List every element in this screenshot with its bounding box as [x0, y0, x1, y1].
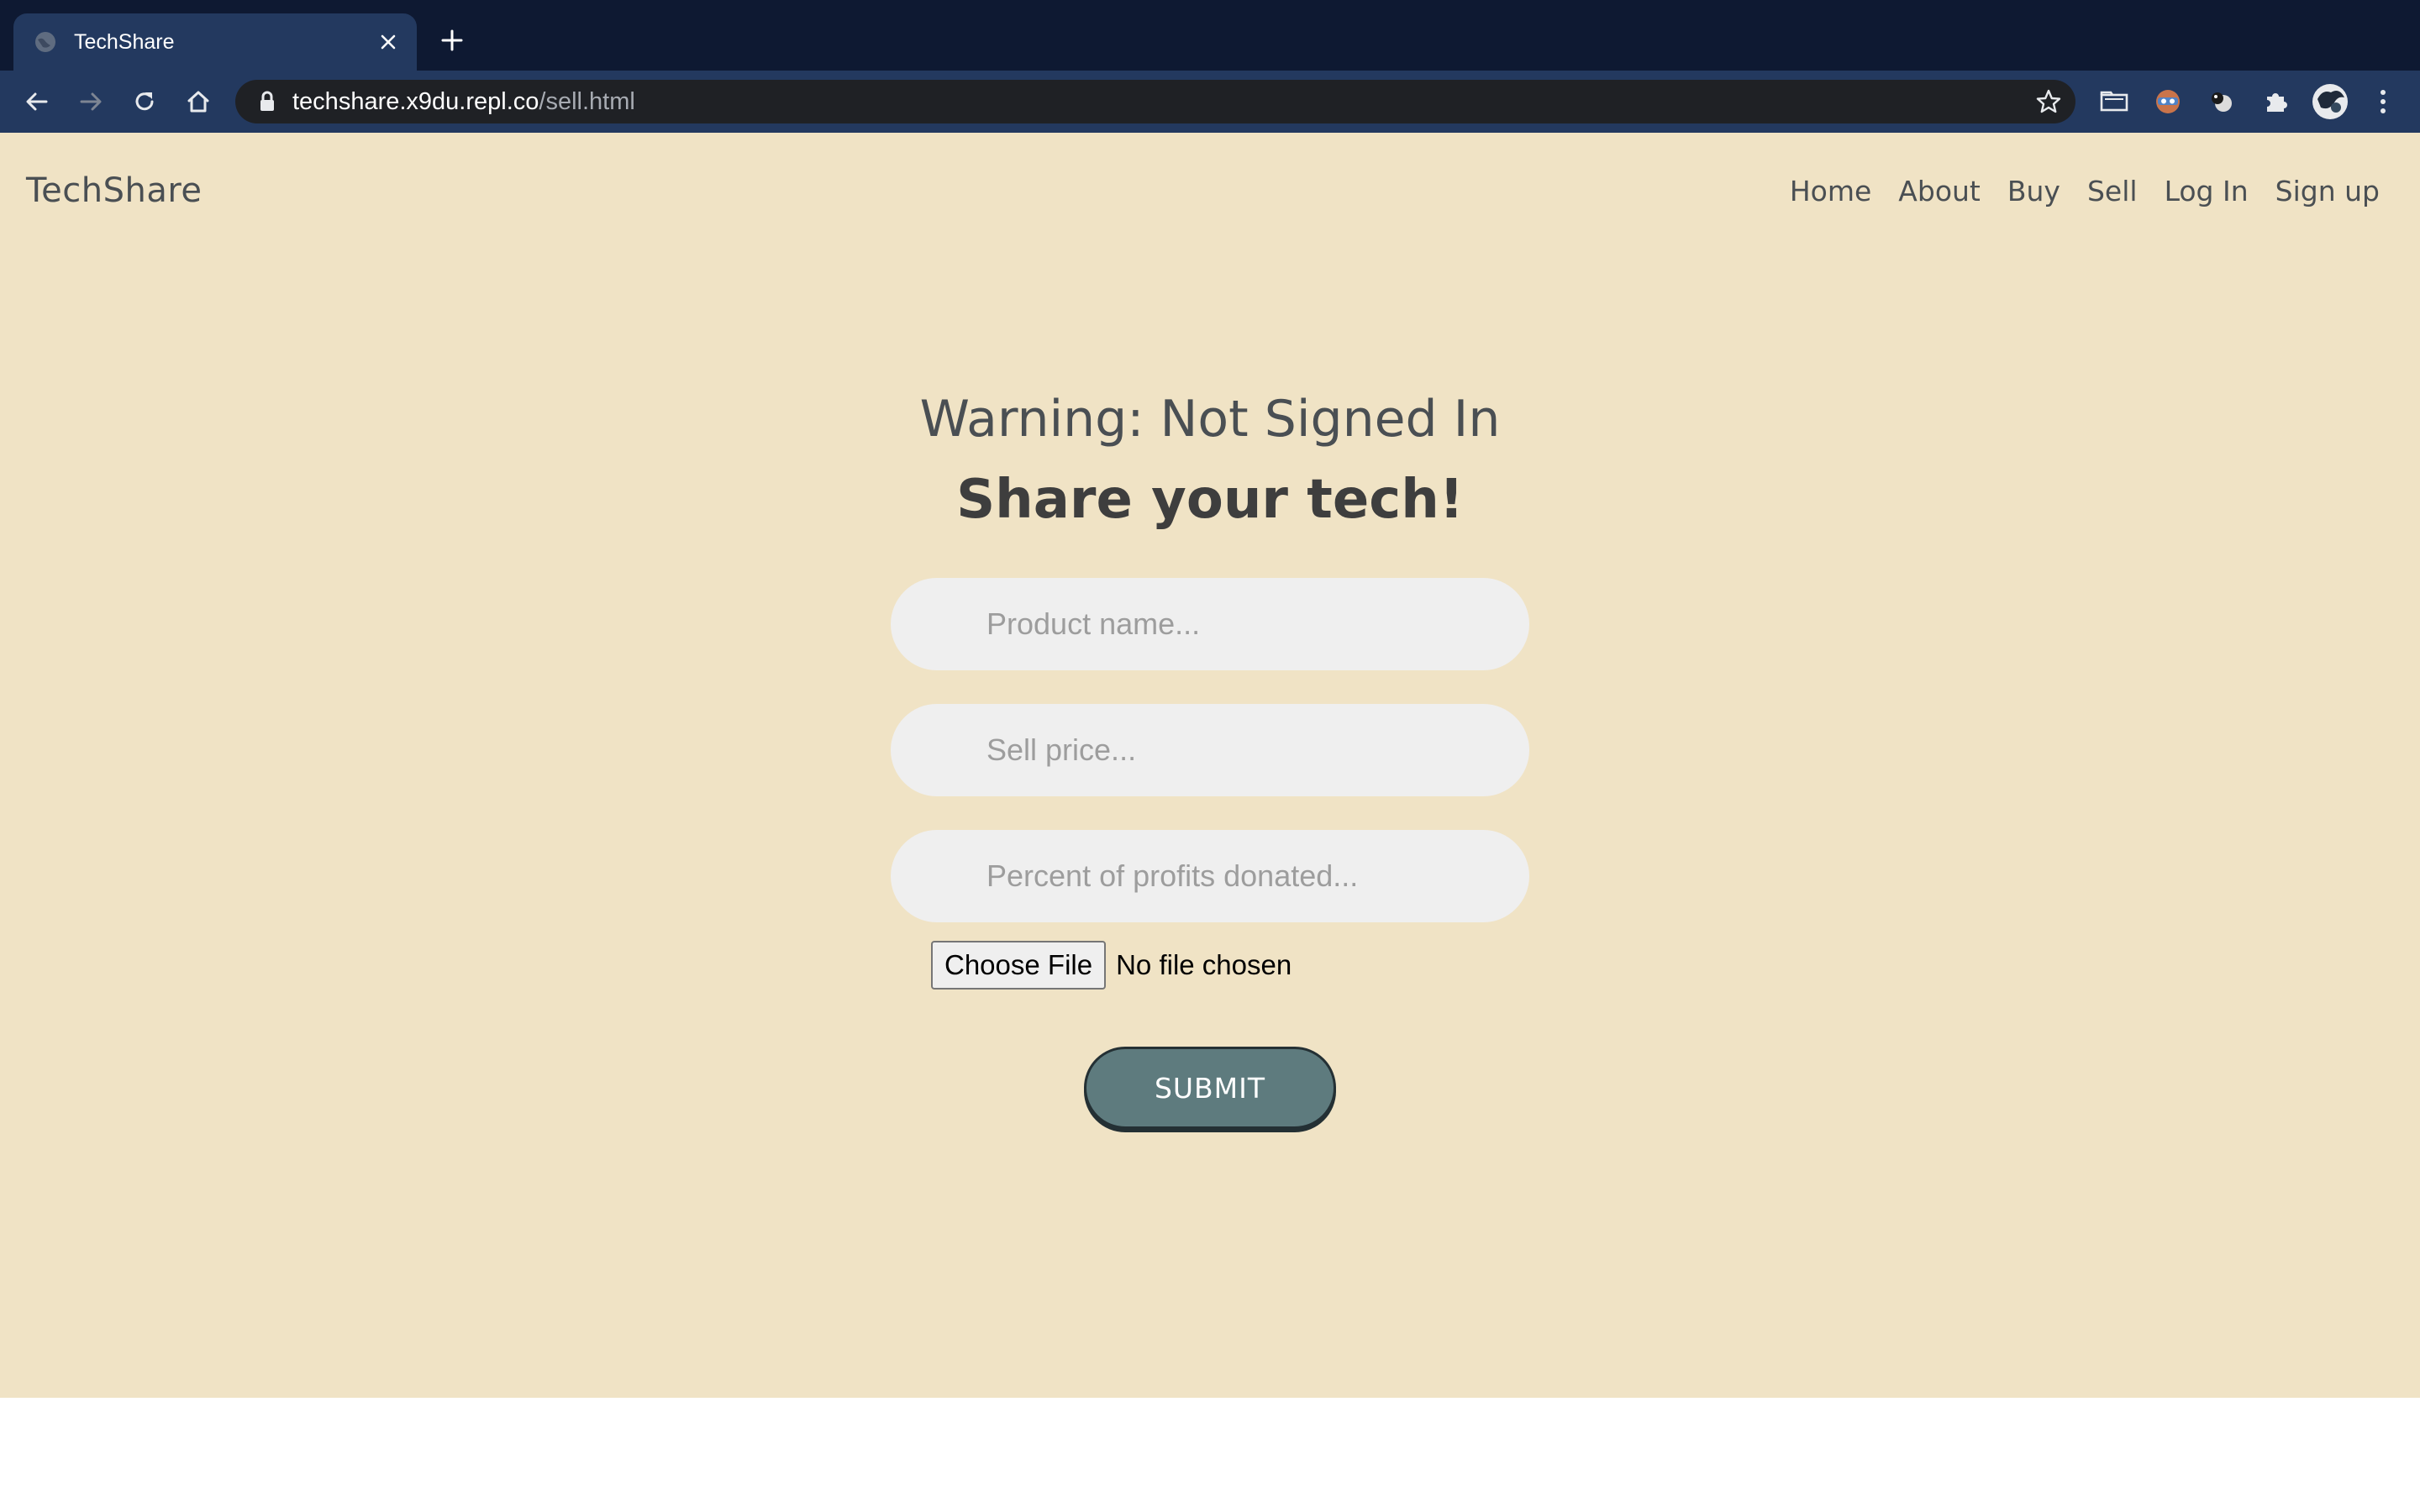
site-navigation: Home About Buy Sell Log In Sign up [1790, 175, 2380, 207]
folder-extension-icon[interactable] [2097, 85, 2131, 118]
forward-icon[interactable] [72, 83, 109, 120]
tab-title: TechShare [74, 30, 175, 54]
browser-tabstrip: TechShare [0, 0, 2420, 71]
donation-percent-input[interactable] [891, 830, 1529, 922]
eyes-extension-icon[interactable] [2151, 85, 2185, 118]
nav-link-about[interactable]: About [1898, 175, 1981, 207]
not-signed-in-warning: Warning: Not Signed In [919, 390, 1501, 449]
file-upload: Choose File No file chosen [931, 941, 1292, 990]
nav-link-buy[interactable]: Buy [2007, 175, 2060, 207]
star-icon[interactable] [2033, 87, 2064, 117]
sell-price-input[interactable] [891, 704, 1529, 796]
file-status-text: No file chosen [1116, 949, 1292, 980]
url-path: /sell.html [539, 88, 635, 115]
back-icon[interactable] [18, 83, 55, 120]
plus-icon[interactable] [435, 24, 469, 57]
nav-link-log-in[interactable]: Log In [2165, 175, 2249, 207]
submit-button[interactable]: SUBMIT [1084, 1047, 1336, 1129]
page-content: TechShare Home About Buy Sell Log In Sig… [0, 133, 2420, 1398]
home-icon[interactable] [180, 83, 217, 120]
close-icon[interactable] [371, 25, 405, 59]
address-bar[interactable]: techshare.x9du.repl.co/sell.html [235, 80, 2075, 123]
nav-link-sell[interactable]: Sell [2087, 175, 2138, 207]
url-text[interactable]: techshare.x9du.repl.co/sell.html [292, 88, 635, 115]
lock-icon[interactable] [257, 91, 277, 113]
reload-icon[interactable] [126, 83, 163, 120]
ball-extension-icon[interactable] [2205, 85, 2238, 118]
nav-link-sign-up[interactable]: Sign up [2275, 175, 2380, 207]
product-name-input[interactable] [891, 578, 1529, 670]
browser-tab[interactable]: TechShare [13, 13, 417, 71]
site-logo[interactable]: TechShare [26, 171, 203, 210]
globe-icon [35, 32, 55, 52]
puzzle-extension-icon[interactable] [2259, 85, 2292, 118]
browser-toolbar: techshare.x9du.repl.co/sell.html [0, 71, 2420, 133]
kebab-menu-icon[interactable] [2366, 85, 2400, 118]
choose-file-button[interactable]: Choose File [931, 941, 1107, 990]
page-title: Share your tech! [956, 469, 1464, 531]
url-host: techshare.x9du.repl.co [292, 88, 539, 115]
profile-avatar-icon[interactable] [2311, 82, 2349, 121]
nav-link-home[interactable]: Home [1790, 175, 1871, 207]
